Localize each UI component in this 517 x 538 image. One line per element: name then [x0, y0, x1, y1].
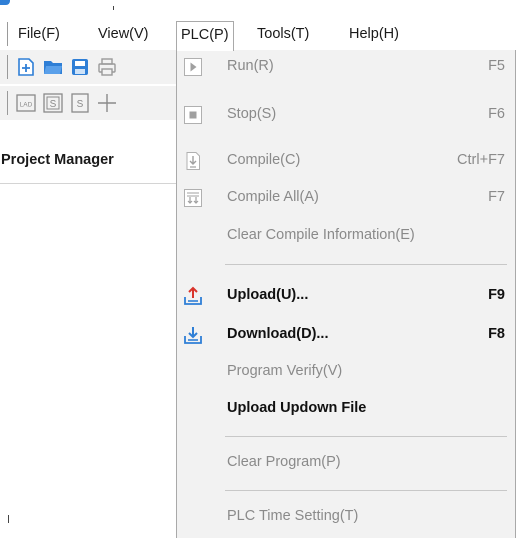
project-manager-title: Project Manager	[1, 152, 114, 168]
menu-item-download[interactable]: Download(D)... F8	[177, 320, 515, 350]
menu-item-clear-program[interactable]: Clear Program(P)	[177, 448, 515, 478]
print-icon[interactable]	[97, 57, 117, 77]
menu-item-label: Upload Updown File	[227, 400, 367, 416]
save-icon[interactable]	[70, 57, 90, 77]
s-icon[interactable]: S	[43, 93, 63, 113]
menu-item-upload[interactable]: Upload(U)... F9	[177, 281, 515, 311]
menu-item-shortcut: F7	[488, 189, 505, 205]
menu-item-label: Run(R)	[227, 58, 274, 74]
menu-item-label: PLC Time Setting(T)	[227, 508, 359, 524]
menu-item-upload-updown-file[interactable]: Upload Updown File	[177, 394, 515, 424]
menu-item-plc-time-setting[interactable]: PLC Time Setting(T)	[177, 502, 515, 532]
menu-item-stop[interactable]: Stop(S) F6	[177, 100, 515, 130]
title-fragment	[113, 6, 114, 10]
menu-item-program-verify[interactable]: Program Verify(V)	[177, 357, 515, 387]
menu-item-compile-all[interactable]: Compile All(A) F7	[177, 183, 515, 213]
menu-help[interactable]: Help(H)	[349, 23, 399, 45]
menu-item-compile[interactable]: Compile(C) Ctrl+F7	[177, 146, 515, 176]
menu-separator	[225, 490, 507, 491]
s-outline-icon[interactable]: S	[70, 93, 90, 113]
project-manager-divider	[0, 183, 176, 184]
app-icon-fragment	[0, 0, 10, 5]
menu-plc[interactable]: PLC(P)	[176, 21, 234, 51]
menu-item-shortcut: Ctrl+F7	[457, 152, 505, 168]
menu-item-shortcut: F9	[488, 287, 505, 303]
menubar-grip	[7, 22, 8, 46]
menu-item-label: Program Verify(V)	[227, 363, 343, 379]
menu-item-label: Clear Program(P)	[227, 454, 341, 470]
s-icon-text: S	[50, 99, 57, 110]
open-folder-icon[interactable]	[43, 57, 63, 77]
menu-item-shortcut: F5	[488, 58, 505, 74]
menu-item-clear-compile-info[interactable]: Clear Compile Information(E)	[177, 221, 515, 251]
stop-icon	[183, 105, 203, 125]
menu-separator	[225, 436, 507, 437]
menu-bar: File(F) View(V) PLC(P) Tools(T) Help(H)	[0, 16, 517, 51]
menu-separator	[225, 264, 507, 265]
menu-item-shortcut: F6	[488, 106, 505, 122]
upload-icon	[183, 286, 203, 306]
menu-file[interactable]: File(F)	[18, 23, 60, 45]
plc-menu-dropdown: Run(R) F5 Stop(S) F6 Compile(C) Ctrl+F7 …	[176, 50, 516, 538]
menu-item-label: Stop(S)	[227, 106, 277, 122]
edit-toolbar: LAD S S	[0, 86, 176, 120]
menu-view[interactable]: View(V)	[98, 23, 149, 45]
lad-icon-text: LAD	[20, 102, 33, 109]
compile-icon	[183, 151, 203, 171]
standard-toolbar	[0, 50, 176, 84]
crosshair-icon[interactable]	[97, 93, 117, 113]
menu-item-run[interactable]: Run(R) F5	[177, 52, 515, 82]
menu-item-label: Download(D)...	[227, 326, 329, 342]
toolbar-grip	[7, 55, 8, 79]
run-icon	[183, 57, 203, 77]
menu-item-shortcut: F8	[488, 326, 505, 342]
toolbar-grip	[7, 91, 8, 115]
lad-icon[interactable]: LAD	[16, 93, 36, 113]
text-cursor	[8, 515, 9, 523]
s-outline-icon-text: S	[77, 99, 84, 110]
menu-item-label: Compile All(A)	[227, 189, 319, 205]
menu-item-label: Upload(U)...	[227, 287, 309, 303]
title-strip	[0, 0, 517, 14]
compile-all-icon	[183, 188, 203, 208]
menu-item-label: Clear Compile Information(E)	[227, 227, 415, 243]
new-project-icon[interactable]	[16, 57, 36, 77]
menu-tools[interactable]: Tools(T)	[257, 23, 309, 45]
download-icon	[183, 325, 203, 345]
menu-item-label: Compile(C)	[227, 152, 301, 168]
